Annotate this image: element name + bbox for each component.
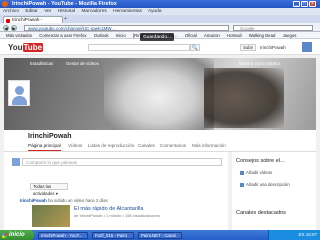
minimize-button[interactable]: _ xyxy=(293,1,300,7)
share-avatar xyxy=(12,158,20,166)
channel-avatar[interactable] xyxy=(8,80,30,106)
bookmark-item[interactable]: Inicio xyxy=(116,33,126,38)
menu-archivo[interactable]: Archivo xyxy=(3,9,19,14)
user-name[interactable]: IrinchiPowah xyxy=(260,45,286,50)
activity-action: ha subido un vídeo hace 2 días xyxy=(47,198,108,203)
video-title[interactable]: El más rápido de Alcantarilla xyxy=(74,206,143,212)
tab-youtube[interactable]: IrinchiPowah - YouTube xyxy=(3,16,63,30)
avatar-head xyxy=(15,86,24,95)
bookmark-item[interactable]: Outlook xyxy=(94,33,109,38)
tab-channels[interactable]: Canales xyxy=(138,143,155,148)
bookmark-item[interactable]: Comenzar a usar Firefox xyxy=(39,33,86,38)
window-title: IrinchiPowah - YouTube - Mozilla Firefox xyxy=(12,1,117,7)
tab-videos[interactable]: Vídeos xyxy=(68,143,82,148)
avatar-body xyxy=(12,96,27,105)
taskbar-item-paintnet[interactable]: Paint.NET - Canal xyxy=(138,231,182,239)
bookmark-item[interactable]: Juegos xyxy=(283,33,297,38)
view-as-public-link[interactable]: Mostrar como público xyxy=(239,61,280,66)
tab-home[interactable]: Página principal xyxy=(28,143,61,151)
video-thumbnail[interactable] xyxy=(32,205,70,227)
sidebar-heading: Consejos sobre el... xyxy=(236,158,285,164)
navigation-toolbar: ◀ ▶ www.youtube.com/channel/UC-rpwK1MW..… xyxy=(0,23,320,32)
logo-tube: Tube xyxy=(22,43,44,52)
taskbar-item-firefox[interactable]: IrinchiPowah - YouT... xyxy=(38,231,88,239)
menu-editar[interactable]: Editar xyxy=(25,9,38,14)
search-box[interactable]: Google xyxy=(233,24,313,31)
youtube-favicon-icon xyxy=(6,18,10,23)
menu-marcadores[interactable]: Marcadores xyxy=(81,9,106,14)
statistics-link[interactable]: Estadísticas xyxy=(30,61,53,66)
saving-status: Guardando... xyxy=(140,33,175,41)
activity-line: IrinchiPowah ha subido un vídeo hace 2 d… xyxy=(20,198,108,203)
banner-horse-dark-image xyxy=(204,68,284,128)
upload-button[interactable]: Subir xyxy=(240,44,256,51)
tab-bar: IrinchiPowah - YouTube + xyxy=(0,15,320,30)
bookmark-item[interactable]: Hotmail xyxy=(227,33,242,38)
sidebar-item-add-videos[interactable]: Añadir vídeos xyxy=(240,170,272,175)
tab-about[interactable]: Más información xyxy=(192,143,226,148)
maximize-button[interactable]: □ xyxy=(301,1,308,7)
logo-you: You xyxy=(8,43,23,52)
start-label: inicio xyxy=(9,232,25,238)
menu-herramientas[interactable]: Herramientas xyxy=(113,9,142,14)
featured-channels-heading: Canales destacados xyxy=(236,210,286,216)
activity-user[interactable]: IrinchiPowah xyxy=(20,198,47,203)
search-icon[interactable]: 🔍 xyxy=(190,44,200,51)
back-icon[interactable]: ◀ xyxy=(3,24,9,31)
user-avatar[interactable] xyxy=(302,42,312,52)
bookmark-item[interactable]: Más visitados xyxy=(6,33,32,38)
checklist-icon xyxy=(240,182,244,187)
forward-icon[interactable]: ▶ xyxy=(11,24,17,31)
taskbar-item-paint[interactable]: Fo2f_015 - Paint xyxy=(92,231,134,239)
sidebar-item-label: Añadir vídeos xyxy=(246,170,273,175)
channel-name: IrinchiPowah xyxy=(28,133,72,140)
close-button[interactable]: × xyxy=(309,1,316,7)
menu-ver[interactable]: Ver xyxy=(44,9,51,14)
bookmark-item[interactable]: Amazon xyxy=(204,33,220,38)
new-tab-button[interactable]: + xyxy=(64,17,70,22)
video-manager-link[interactable]: Gestor de vídeos xyxy=(66,61,99,66)
share-input[interactable]: Compartir lo que piensas xyxy=(22,158,222,166)
bookmark-item[interactable]: Oficial xyxy=(185,33,197,38)
address-bar[interactable]: www.youtube.com/channel/UC-rpwK1MW... xyxy=(24,24,229,31)
window-titlebar: IrinchiPowah - YouTube - Mozilla Firefox xyxy=(0,0,320,8)
activity-filter-dropdown[interactable]: Todas las actividades ▾ xyxy=(30,183,68,196)
channel-banner[interactable]: Estadísticas Gestor de vídeos Mostrar co… xyxy=(4,58,316,130)
start-button[interactable]: inicio xyxy=(0,230,34,240)
tab-comments[interactable]: Comentarios xyxy=(160,143,186,148)
windows-logo-icon xyxy=(2,232,7,238)
firefox-icon xyxy=(2,1,8,7)
video-meta: de IrinchiPowah • 1 minuto • 156 visuali… xyxy=(74,213,160,218)
bookmark-item[interactable]: Walking Dead xyxy=(249,33,276,38)
checklist-icon xyxy=(240,170,244,175)
youtube-search-input[interactable] xyxy=(88,44,190,51)
banner-horse-image xyxy=(104,58,214,130)
youtube-logo[interactable]: YouTube xyxy=(8,43,44,52)
tab-playlists[interactable]: Listas de reproducción xyxy=(88,143,134,148)
sidebar-item-add-description[interactable]: Añadir una descripción xyxy=(240,182,290,187)
menu-bar: Archivo Editar Ver Historial Marcadores … xyxy=(0,8,320,15)
menu-historial[interactable]: Historial xyxy=(58,9,75,14)
system-tray-clock: ES 16:07 xyxy=(268,230,320,240)
menu-ayuda[interactable]: Ayuda xyxy=(148,9,162,14)
sidebar-item-label: Añadir una descripción xyxy=(246,182,290,187)
